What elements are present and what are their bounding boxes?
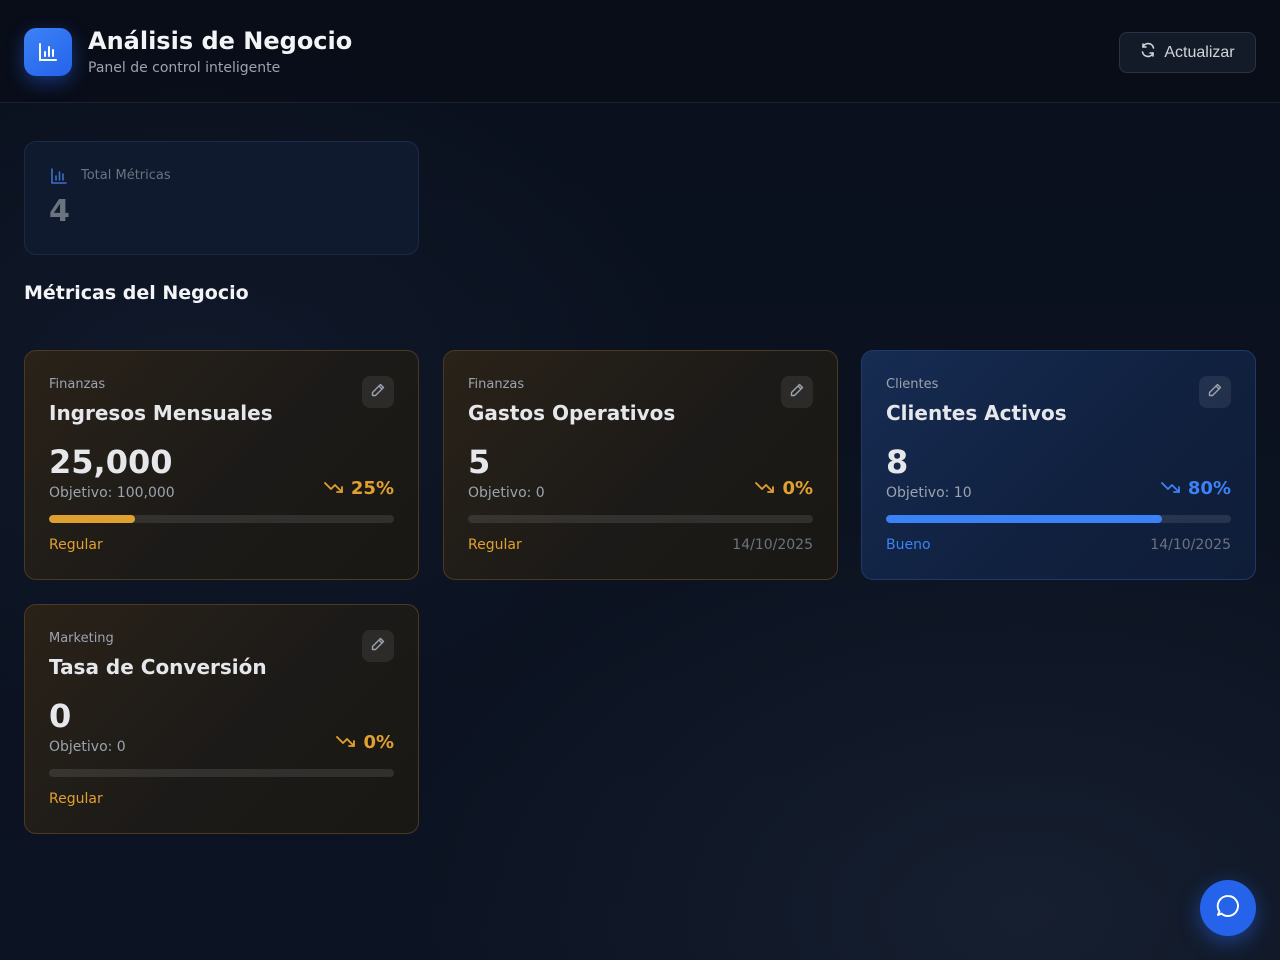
metric-value: 0 [49, 697, 72, 735]
metric-percent: 0% [363, 732, 394, 753]
refresh-icon [1140, 42, 1156, 63]
metric-name: Clientes Activos [886, 401, 1067, 425]
progress-track [49, 769, 394, 777]
progress-track [468, 515, 813, 523]
metric-value: 5 [468, 443, 491, 481]
progress-fill [49, 515, 136, 523]
metric-name: Ingresos Mensuales [49, 401, 273, 425]
metric-target: Objetivo: 0 [468, 485, 545, 501]
metric-category: Finanzas [49, 377, 106, 392]
total-metrics-card [24, 141, 419, 255]
metric-trend: 0% [336, 732, 394, 753]
edit-metric-button[interactable] [781, 376, 813, 408]
metric-percent: 80% [1187, 478, 1231, 499]
metric-value: 8 [886, 443, 909, 481]
pencil-icon [789, 382, 805, 402]
metric-status: Bueno [886, 537, 931, 553]
metric-date: 14/10/2025 [732, 537, 813, 553]
metric-name: Gastos Operativos [468, 401, 676, 425]
bar-chart-icon [24, 28, 72, 76]
metric-card: Clientes Clientes Activos 8 Objetivo: 10 80%… [861, 350, 1256, 580]
metric-trend: 25% [324, 478, 394, 499]
metric-target: Objetivo: 100,000 [49, 485, 175, 501]
refresh-label: Actualizar [1164, 43, 1235, 61]
metric-trend: 0% [755, 478, 813, 499]
page-subtitle: Panel de control inteligente [88, 60, 281, 76]
pencil-icon [1207, 382, 1223, 402]
edit-metric-button[interactable] [1199, 376, 1231, 408]
trending-down-icon [1161, 478, 1181, 499]
metric-status: Regular [49, 537, 103, 553]
metric-status: Regular [49, 791, 103, 807]
metric-card: Finanzas Ingresos Mensuales 25,000 Objetivo… [24, 350, 419, 580]
metric-percent: 25% [350, 478, 394, 499]
chat-icon [1215, 893, 1241, 923]
bar-chart-icon [49, 166, 69, 190]
metric-target: Objetivo: 0 [49, 739, 126, 755]
progress-fill [886, 515, 1162, 523]
pencil-icon [370, 636, 386, 656]
metric-date: 14/10/2025 [1150, 537, 1231, 553]
progress-track [886, 515, 1231, 523]
edit-metric-button[interactable] [362, 376, 394, 408]
trending-down-icon [755, 478, 775, 499]
metric-target: Objetivo: 10 [886, 485, 972, 501]
metric-category: Finanzas [468, 377, 525, 392]
total-metrics-label: Total Métricas [81, 168, 171, 183]
chat-button[interactable] [1200, 880, 1256, 936]
pencil-icon [370, 382, 386, 402]
app-header: Análisis de Negocio Panel de control int… [0, 0, 1280, 103]
refresh-button[interactable]: Actualizar [1119, 32, 1256, 73]
metric-name: Tasa de Conversión [49, 655, 267, 679]
trending-down-icon [336, 732, 356, 753]
edit-metric-button[interactable] [362, 630, 394, 662]
metric-status: Regular [468, 537, 522, 553]
metric-card: Marketing Tasa de Conversión 0 Objetivo: 0 0… [24, 604, 419, 834]
metric-percent: 0% [782, 478, 813, 499]
progress-track [49, 515, 394, 523]
page-title: Análisis de Negocio [88, 27, 353, 55]
metric-value: 25,000 [49, 443, 173, 481]
section-title: Métricas del Negocio [24, 282, 249, 304]
metric-card: Finanzas Gastos Operativos 5 Objetivo: 0 0% R… [443, 350, 838, 580]
metric-trend: 80% [1161, 478, 1231, 499]
metric-category: Marketing [49, 631, 114, 646]
metric-category: Clientes [886, 377, 939, 392]
total-metrics-value: 4 [49, 194, 70, 229]
trending-down-icon [324, 478, 344, 499]
